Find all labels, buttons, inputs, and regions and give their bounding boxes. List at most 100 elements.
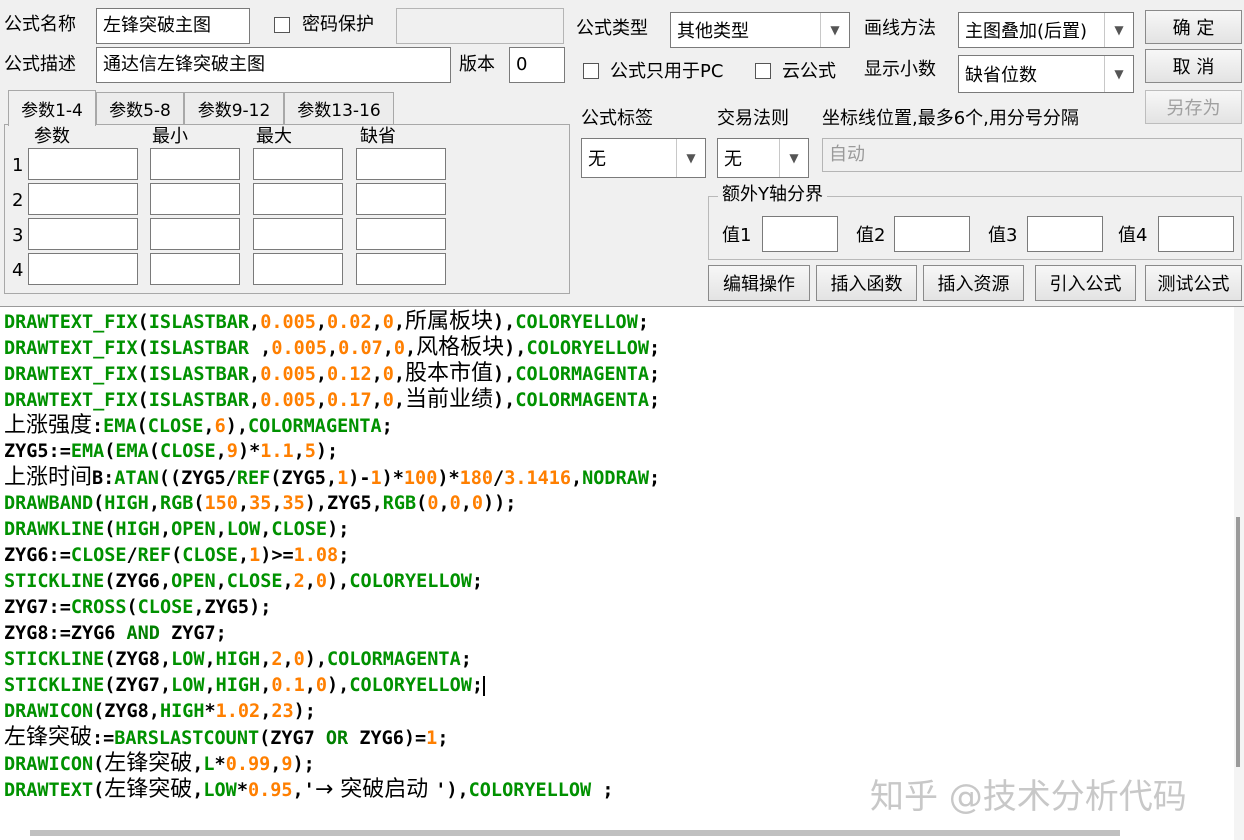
param-min-input[interactable] bbox=[150, 148, 240, 180]
param-min-input[interactable] bbox=[150, 253, 240, 285]
param-name-input[interactable] bbox=[28, 253, 138, 285]
code-number-token: 1 bbox=[426, 728, 438, 749]
tab-params-1-4[interactable]: 参数1-4 bbox=[8, 90, 96, 126]
code-plain-token: ,' bbox=[292, 780, 315, 801]
import-formula-button[interactable]: 引入公式 bbox=[1035, 265, 1136, 301]
code-plain-token: , bbox=[393, 312, 406, 333]
formula-tag-select[interactable]: 无 ▼ bbox=[581, 138, 706, 178]
version-input[interactable]: 0 bbox=[509, 47, 565, 83]
password-input[interactable] bbox=[396, 8, 564, 44]
axis-position-label: 坐标线位置,最多6个,用分号分隔 bbox=[822, 108, 1079, 129]
code-number-token: 0 bbox=[315, 675, 328, 696]
cancel-button[interactable]: 取 消 bbox=[1145, 49, 1242, 83]
y-value-3-input[interactable] bbox=[1027, 216, 1103, 252]
edit-ops-button[interactable]: 编辑操作 bbox=[708, 265, 810, 301]
code-plain-token: , bbox=[260, 701, 272, 722]
tab-params-9-12[interactable]: 参数9-12 bbox=[184, 92, 284, 124]
code-number-token: 0.005 bbox=[271, 338, 328, 359]
code-number-token: 0 bbox=[449, 493, 461, 514]
code-function-token: ISLASTBAR bbox=[148, 312, 250, 333]
code-function-token: HIGH bbox=[215, 675, 261, 696]
code-number-token: 0.005 bbox=[260, 364, 316, 385]
save-as-button[interactable]: 另存为 bbox=[1145, 90, 1242, 124]
code-editor[interactable]: DRAWTEXT_FIX(ISLASTBAR,0.005,0.02,0,所属板块… bbox=[0, 306, 1244, 840]
code-number-token: 35 bbox=[249, 493, 272, 514]
code-plain-token: ( bbox=[137, 312, 149, 333]
test-formula-button[interactable]: 测试公式 bbox=[1145, 265, 1242, 301]
code-plain-token: , bbox=[327, 338, 339, 359]
axis-position-input[interactable]: 自动 bbox=[822, 138, 1242, 172]
vertical-scrollbar-thumb[interactable] bbox=[1236, 517, 1240, 767]
pc-only-checkbox[interactable] bbox=[583, 63, 599, 79]
param-default-input[interactable] bbox=[356, 148, 446, 180]
version-value: 0 bbox=[516, 54, 528, 75]
formula-desc-value: 通达信左锋突破主图 bbox=[103, 54, 265, 75]
code-plain-token: ), bbox=[304, 649, 328, 670]
y-value-4-input[interactable] bbox=[1158, 216, 1234, 252]
param-default-input[interactable] bbox=[356, 183, 446, 215]
code-function-token: LOW bbox=[203, 780, 237, 801]
trade-rule-select[interactable]: 无 ▼ bbox=[717, 138, 809, 178]
chevron-down-icon: ▼ bbox=[1104, 13, 1133, 47]
code-function-token: DRAWICON bbox=[4, 701, 94, 722]
pc-only-label: 公式只用于PC bbox=[610, 61, 724, 82]
cloud-formula-checkbox[interactable] bbox=[755, 63, 771, 79]
code-number-token: 2 bbox=[293, 571, 305, 592]
code-plain-token: , bbox=[293, 441, 305, 462]
formula-name-input[interactable]: 左锋突破主图 bbox=[96, 8, 250, 44]
code-number-token: 3.1416 bbox=[504, 468, 572, 489]
code-function-token: LOW bbox=[171, 675, 205, 696]
code-text-token: 所属板块 bbox=[405, 309, 494, 334]
code-number-token: 0.005 bbox=[260, 390, 316, 411]
formula-tag-value: 无 bbox=[588, 149, 606, 170]
code-plain-token: ( bbox=[93, 754, 105, 775]
code-function-token: COLORYELLOW bbox=[349, 571, 472, 592]
code-plain-token: , bbox=[249, 390, 261, 411]
code-text-token: 左锋突破 bbox=[104, 777, 193, 802]
code-line: ZYG7:=CROSS(CLOSE,ZYG5); bbox=[4, 595, 271, 621]
password-protect-checkbox[interactable] bbox=[274, 17, 290, 33]
code-number-token: 1 bbox=[370, 468, 382, 489]
code-plain-token: ); bbox=[293, 701, 316, 722]
code-plain-token: ; bbox=[648, 364, 661, 385]
code-function-token: CLOSE bbox=[182, 545, 238, 566]
param-min-input[interactable] bbox=[150, 183, 240, 215]
cloud-formula-label: 云公式 bbox=[782, 61, 836, 82]
param-min-input[interactable] bbox=[150, 218, 240, 250]
code-line: 上涨强度:EMA(CLOSE,6),COLORMAGENTA; bbox=[4, 413, 393, 439]
param-name-input[interactable] bbox=[28, 183, 138, 215]
code-plain-token: ); bbox=[327, 519, 350, 540]
code-number-token: 6 bbox=[214, 416, 226, 437]
code-plain-token: ), bbox=[493, 390, 516, 411]
param-max-input[interactable] bbox=[253, 253, 343, 285]
draw-method-select[interactable]: 主图叠加(后置) ▼ bbox=[958, 12, 1134, 48]
horizontal-scrollbar[interactable] bbox=[30, 830, 1120, 836]
code-plain-token: * bbox=[204, 701, 216, 722]
chevron-down-icon: ▼ bbox=[676, 139, 705, 177]
code-function-token: ATAN bbox=[114, 468, 159, 489]
param-max-input[interactable] bbox=[253, 218, 343, 250]
tab-params-5-8[interactable]: 参数5-8 bbox=[96, 92, 184, 124]
code-function-token: ISLASTBAR bbox=[148, 390, 250, 411]
insert-resource-button[interactable]: 插入资源 bbox=[923, 265, 1024, 301]
param-default-input[interactable] bbox=[356, 218, 446, 250]
param-name-input[interactable] bbox=[28, 218, 138, 250]
formula-type-value: 其他类型 bbox=[677, 21, 749, 42]
param-max-input[interactable] bbox=[253, 148, 343, 180]
code-line: DRAWTEXT_FIX(ISLASTBAR,0.005,0.12,0,股本市值… bbox=[4, 361, 660, 387]
code-plain-token: ), bbox=[493, 312, 516, 333]
param-name-input[interactable] bbox=[28, 148, 138, 180]
y-value-1-input[interactable] bbox=[762, 216, 838, 252]
insert-function-button[interactable]: 插入函数 bbox=[816, 265, 917, 301]
decimal-select[interactable]: 缺省位数 ▼ bbox=[958, 55, 1134, 93]
y-value-2-input[interactable] bbox=[894, 216, 970, 252]
code-function-token: EMA bbox=[70, 441, 105, 462]
formula-desc-input[interactable]: 通达信左锋突破主图 bbox=[96, 47, 451, 83]
tab-params-13-16[interactable]: 参数13-16 bbox=[284, 92, 394, 124]
formula-type-select[interactable]: 其他类型 ▼ bbox=[670, 12, 850, 48]
ok-button[interactable]: 确 定 bbox=[1145, 10, 1242, 44]
param-default-input[interactable] bbox=[356, 253, 446, 285]
code-function-token: DRAWTEXT_FIX bbox=[4, 338, 138, 359]
param-max-input[interactable] bbox=[253, 183, 343, 215]
code-function-token: COLORYELLOW bbox=[526, 338, 649, 359]
